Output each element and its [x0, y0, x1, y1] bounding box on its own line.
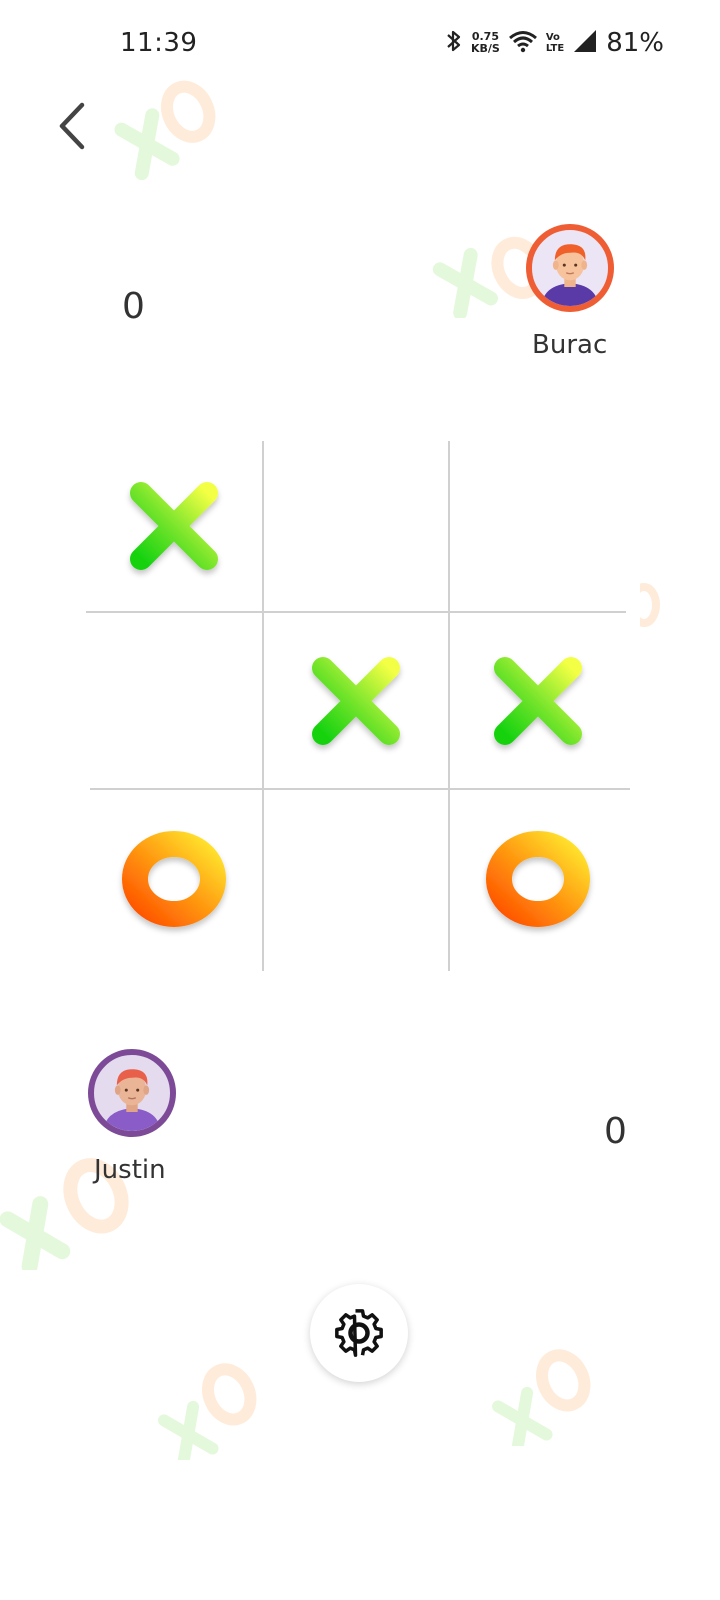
person-avatar-icon: [541, 244, 599, 306]
network-speed: 0.75 KB/S: [471, 31, 500, 55]
battery-level: 81%: [606, 28, 664, 58]
volte-top: Vo: [545, 32, 560, 43]
board-cell-9[interactable]: [450, 790, 626, 971]
o-mark-icon: [122, 830, 226, 927]
board-cell-5[interactable]: [264, 613, 448, 788]
volte-indicator: Vo LTE: [546, 32, 564, 54]
back-button[interactable]: [50, 100, 94, 152]
top-player-name: Burac: [532, 330, 608, 360]
volte-bottom: LTE: [545, 43, 565, 54]
chevron-left-icon: [59, 102, 85, 150]
board-cell-4[interactable]: [86, 613, 262, 788]
wifi-icon: [508, 29, 538, 57]
board-cell-3[interactable]: [450, 441, 626, 611]
bottom-player-score: 0: [604, 1111, 627, 1152]
decorative-xo-icon: [158, 1363, 257, 1460]
status-time: 11:39: [120, 28, 198, 58]
bottom-player-name: Justin: [94, 1155, 166, 1185]
board-cell-2[interactable]: [264, 441, 448, 611]
board-cell-6[interactable]: [450, 613, 626, 788]
decorative-xo-icon: [492, 1349, 591, 1446]
top-player-avatar: [526, 224, 614, 312]
network-speed-unit: KB/S: [470, 42, 500, 55]
o-mark-icon: [486, 830, 590, 927]
person-avatar-icon: [103, 1069, 161, 1131]
board-cell-7[interactable]: [86, 790, 262, 971]
x-mark-icon: [494, 656, 582, 745]
status-icons: 0.75 KB/S Vo LTE 81%: [445, 28, 664, 58]
x-mark-icon: [312, 656, 400, 745]
decorative-o-icon: [640, 583, 660, 627]
bottom-player-avatar: [88, 1049, 176, 1137]
settings-button[interactable]: [310, 1284, 408, 1382]
bluetooth-icon: [445, 28, 463, 58]
decorative-xo-icon: [114, 80, 216, 180]
board-cell-8[interactable]: [264, 790, 448, 971]
gear-icon: [335, 1309, 383, 1357]
top-player-score: 0: [122, 286, 145, 327]
game-board: [86, 441, 630, 971]
board-cell-1[interactable]: [86, 441, 262, 611]
signal-icon: [572, 28, 598, 58]
x-mark-icon: [130, 482, 218, 570]
